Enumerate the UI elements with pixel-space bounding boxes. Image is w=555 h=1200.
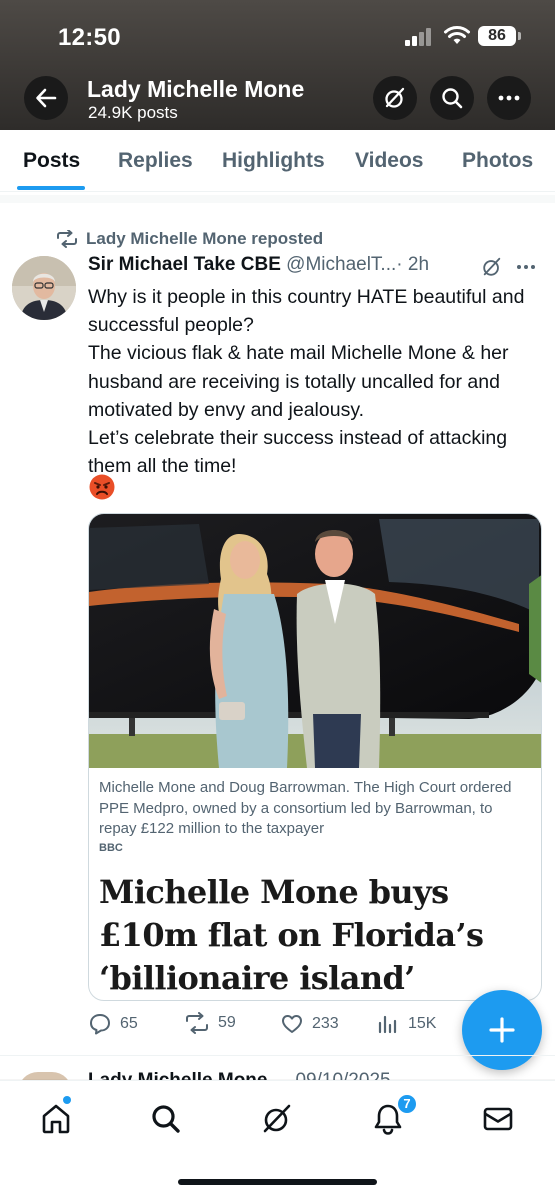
- card-headline[interactable]: Michelle Mone buys £10m flat on Florida’…: [99, 871, 529, 1000]
- plus-icon: [489, 1017, 515, 1043]
- more-icon[interactable]: [514, 256, 538, 278]
- angry-face-icon: [89, 474, 115, 500]
- post-text-line: Why is it people in this country HATE be…: [88, 286, 525, 337]
- post-text: Why is it people in this country HATE be…: [88, 283, 540, 480]
- back-arrow-icon: [36, 88, 57, 108]
- repost-indicator[interactable]: Lady Michelle Mone reposted: [56, 227, 323, 251]
- reply-button[interactable]: 65: [88, 1012, 138, 1036]
- tab-posts[interactable]: Posts: [23, 149, 80, 173]
- search-icon: [442, 88, 463, 109]
- heart-icon: [282, 1015, 302, 1033]
- like-button[interactable]: 233: [280, 1012, 339, 1036]
- home-indicator: [178, 1179, 377, 1185]
- profile-header: 12:50 86 Lady Michelle Mone 24.9K posts: [0, 0, 555, 130]
- post-text-line: Let’s celebrate their success instead of…: [88, 427, 508, 478]
- back-button[interactable]: [24, 76, 68, 120]
- nav-home[interactable]: [36, 1099, 76, 1139]
- active-tab-indicator: [17, 186, 85, 190]
- reply-icon: [90, 1014, 110, 1035]
- avatar-photo: [12, 256, 76, 320]
- more-options-button[interactable]: [487, 76, 531, 120]
- grok-icon: [263, 1104, 291, 1133]
- profile-title: Lady Michelle Mone: [87, 76, 305, 102]
- like-count: 233: [312, 1015, 339, 1032]
- avatar[interactable]: [12, 256, 76, 320]
- unread-dot: [63, 1096, 71, 1104]
- post-time: · 2h: [396, 254, 430, 275]
- views-chart-icon: [378, 1015, 397, 1034]
- tab-highlights[interactable]: Highlights: [222, 149, 325, 173]
- grok-button[interactable]: [373, 76, 417, 120]
- search-button[interactable]: [430, 76, 474, 120]
- card-source: BBC: [99, 842, 123, 854]
- section-divider: [0, 195, 555, 203]
- tab-videos[interactable]: Videos: [355, 149, 423, 173]
- repost-icon: [186, 1012, 208, 1034]
- home-icon: [42, 1104, 70, 1134]
- repost-icon: [57, 230, 77, 248]
- post-text-line: The vicious flak & hate mail Michelle Mo…: [88, 342, 509, 421]
- wifi-icon: [444, 26, 470, 44]
- status-bar: 12:50 86: [0, 22, 555, 52]
- author-name[interactable]: Sir Michael Take CBE: [88, 254, 281, 275]
- notification-badge: 7: [396, 1093, 418, 1115]
- repost-label: Lady Michelle Mone reposted: [86, 229, 324, 248]
- profile-tabs: Posts Replies Highlights Videos Photos: [0, 130, 555, 192]
- repost-button[interactable]: 59: [184, 1012, 236, 1034]
- messages-icon: [483, 1107, 513, 1131]
- post-author-line: Sir Michael Take CBE @MichaelT...· 2h: [88, 254, 543, 282]
- repost-count: 59: [218, 1014, 236, 1031]
- grok-icon: [385, 87, 405, 108]
- cellular-signal-icon: [405, 28, 435, 46]
- tab-replies[interactable]: Replies: [118, 149, 193, 173]
- post-divider: [0, 1055, 555, 1056]
- post-actions: 65 59 233 15K: [88, 1012, 448, 1042]
- nav-search[interactable]: [146, 1099, 186, 1139]
- header-nav: Lady Michelle Mone 24.9K posts: [0, 74, 555, 122]
- compose-button[interactable]: [462, 990, 542, 1070]
- nav-grok[interactable]: [257, 1099, 297, 1139]
- card-caption: Michelle Mone and Doug Barrowman. The Hi…: [99, 779, 512, 837]
- tab-photos[interactable]: Photos: [462, 149, 533, 173]
- card-photo[interactable]: [89, 514, 542, 768]
- views-button[interactable]: 15K: [376, 1012, 436, 1036]
- author-handle[interactable]: @MichaelT...: [286, 254, 396, 275]
- nav-messages[interactable]: [478, 1099, 518, 1139]
- grok-icon[interactable]: [481, 256, 503, 278]
- link-card[interactable]: Michelle Mone and Doug Barrowman. The Hi…: [88, 513, 542, 1001]
- view-count: 15K: [408, 1015, 437, 1032]
- search-icon: [152, 1105, 180, 1133]
- battery-tip: [518, 32, 521, 40]
- post-count: 24.9K posts: [88, 103, 178, 122]
- more-icon: [498, 95, 520, 101]
- reply-count: 65: [120, 1015, 138, 1032]
- battery-indicator: 86: [478, 26, 516, 46]
- status-time: 12:50: [58, 24, 121, 51]
